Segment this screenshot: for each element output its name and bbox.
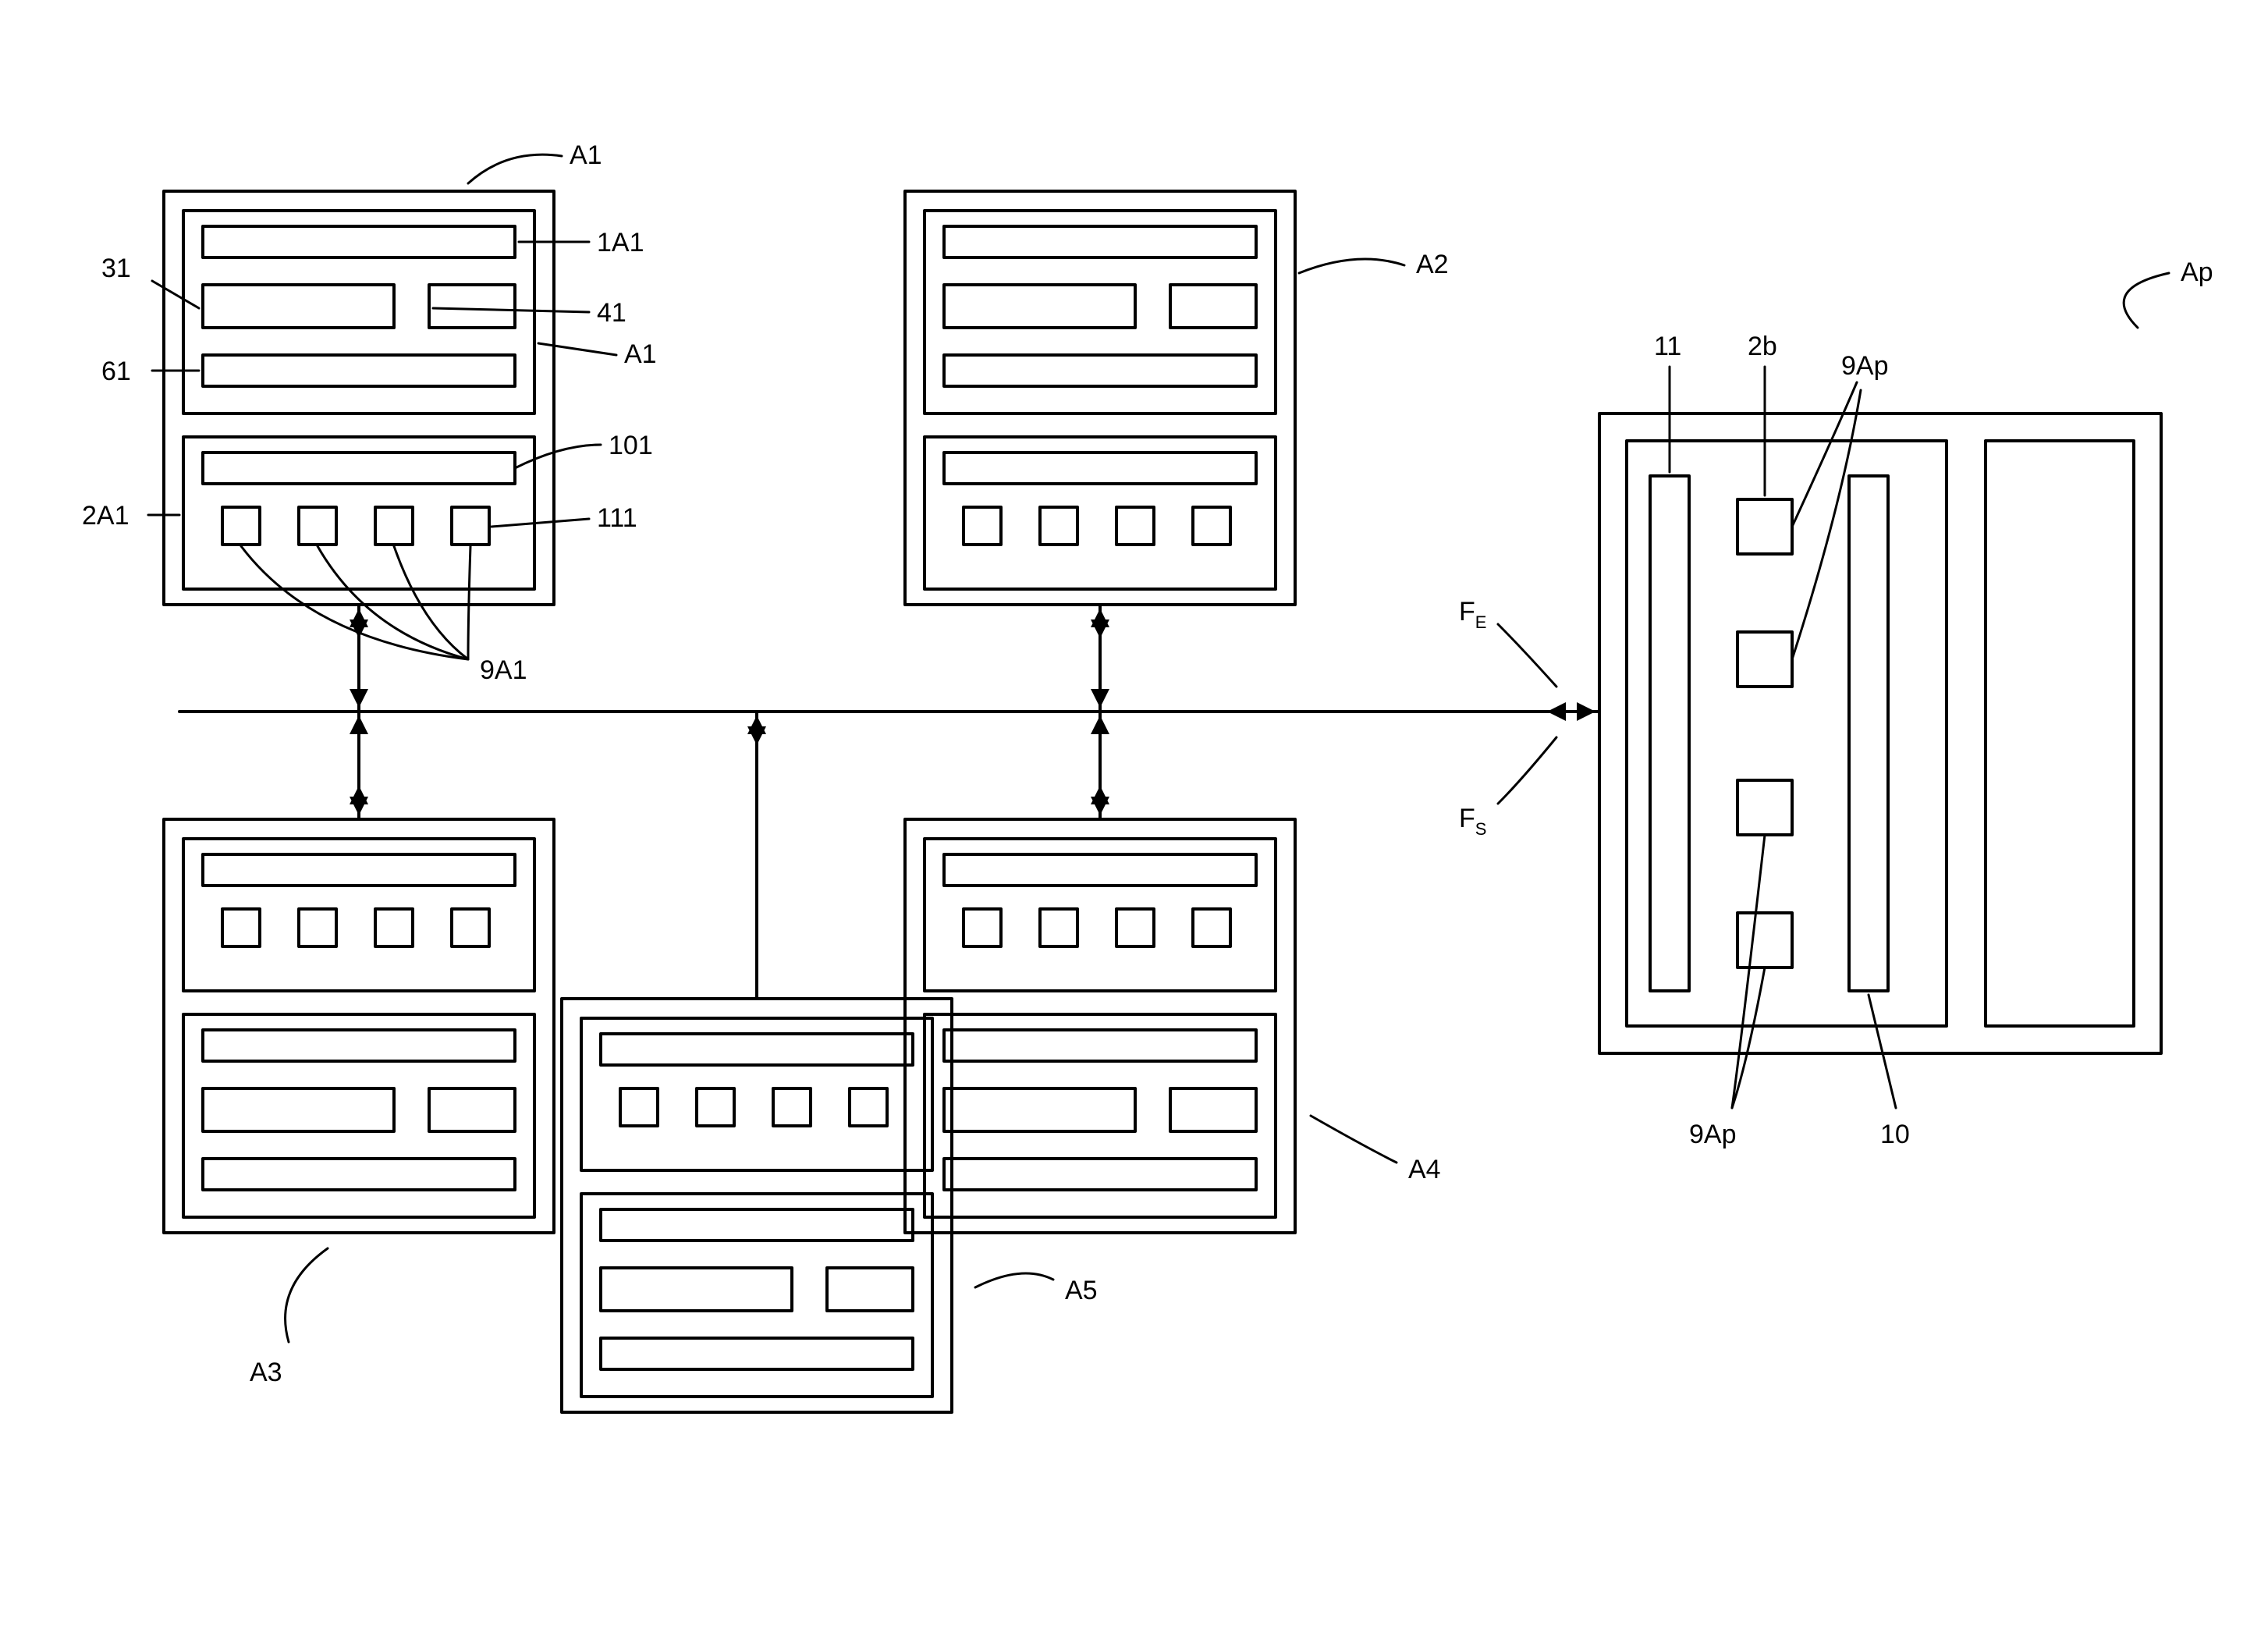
label-fe: FE: [1459, 597, 1486, 632]
diagram: A1 1A1 31 41 61 A1 101 2A1 111 9A1 A2: [0, 0, 2268, 1626]
unit-a3: [164, 819, 554, 1233]
label-a3: A3: [250, 1358, 282, 1387]
label-fs: FS: [1459, 804, 1486, 839]
label-41: 41: [597, 298, 626, 328]
label-9a1: 9A1: [480, 655, 527, 685]
unit-a1: [164, 191, 554, 605]
unit-a5: [562, 999, 952, 1412]
unit-ap: [1599, 414, 2161, 1053]
label-9ap-bottom: 9Ap: [1689, 1120, 1737, 1149]
label-10: 10: [1880, 1120, 1910, 1149]
label-31: 31: [101, 254, 131, 283]
label-a1-side: A1: [624, 339, 657, 369]
unit-a4: [905, 819, 1295, 1233]
label-61: 61: [101, 357, 131, 386]
label-a5: A5: [1065, 1276, 1098, 1305]
unit-a2: [905, 191, 1295, 605]
label-a2: A2: [1416, 250, 1449, 279]
label-a4: A4: [1408, 1155, 1441, 1184]
label-101: 101: [609, 431, 653, 460]
label-1a1: 1A1: [597, 228, 644, 257]
label-11: 11: [1654, 332, 1681, 361]
label-2b: 2b: [1748, 332, 1777, 361]
label-9ap-top: 9Ap: [1841, 351, 1889, 381]
label-2a1: 2A1: [82, 501, 130, 531]
label-a1-top: A1: [570, 140, 602, 170]
label-ap: Ap: [2181, 257, 2213, 287]
label-111: 111: [597, 503, 637, 533]
